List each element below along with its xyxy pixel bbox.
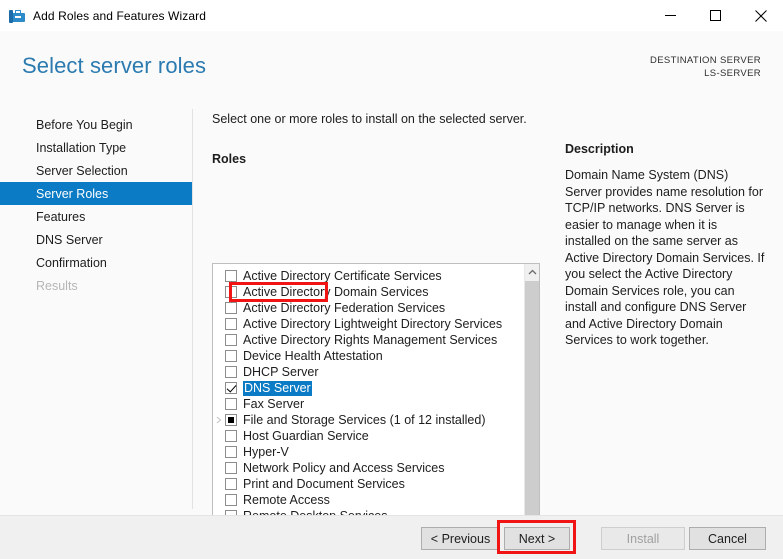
role-checkbox[interactable] xyxy=(225,414,237,426)
sidebar-item-server-selection[interactable]: Server Selection xyxy=(0,159,192,182)
role-label: Active Directory Rights Management Servi… xyxy=(243,332,498,347)
role-row[interactable]: Device Health Attestation xyxy=(213,348,524,364)
role-label: DNS Server xyxy=(243,380,312,396)
minimize-icon[interactable] xyxy=(648,0,693,31)
role-row[interactable]: Fax Server xyxy=(213,396,524,412)
description-title: Description xyxy=(565,142,634,156)
role-checkbox[interactable] xyxy=(225,350,237,362)
sidebar-item-label: Before You Begin xyxy=(36,117,133,132)
add-roles-wizard-window: Add Roles and Features Wizard Select ser… xyxy=(0,0,783,559)
role-checkbox[interactable] xyxy=(225,462,237,474)
role-label: Hyper-V xyxy=(243,444,289,459)
sidebar-item-features[interactable]: Features xyxy=(0,205,192,228)
role-row[interactable]: DHCP Server xyxy=(213,364,524,380)
previous-button[interactable]: < Previous xyxy=(421,527,500,550)
footer-button-bar: < Previous Next > Install Cancel xyxy=(0,515,783,559)
destination-server-name: LS-SERVER xyxy=(704,68,761,79)
sidebar-item-dns-server[interactable]: DNS Server xyxy=(0,228,192,251)
role-label: Active Directory Domain Services xyxy=(243,284,429,299)
role-label: Print and Document Services xyxy=(243,476,405,491)
window-controls xyxy=(648,0,783,31)
page-header: Select server roles DESTINATION SERVER L… xyxy=(0,31,783,103)
role-checkbox[interactable] xyxy=(225,366,237,378)
role-label: Active Directory Federation Services xyxy=(243,300,446,315)
sidebar-divider xyxy=(192,109,193,509)
page-title: Select server roles xyxy=(22,53,207,78)
sidebar-item-label: Installation Type xyxy=(36,140,127,155)
cancel-button[interactable]: Cancel xyxy=(689,527,766,550)
role-checkbox[interactable] xyxy=(225,446,237,458)
sidebar-item-label: Features xyxy=(36,209,86,224)
role-checkbox[interactable] xyxy=(225,494,237,506)
role-label: Remote Access xyxy=(243,492,330,507)
role-row[interactable]: Active Directory Lightweight Directory S… xyxy=(213,316,524,332)
role-label: File and Storage Services (1 of 12 insta… xyxy=(243,412,486,427)
role-row[interactable]: Active Directory Domain Services xyxy=(213,284,524,300)
role-checkbox[interactable] xyxy=(225,318,237,330)
role-checkbox[interactable] xyxy=(225,302,237,314)
sidebar-item-label: Results xyxy=(36,278,78,293)
sidebar-item-label: DNS Server xyxy=(36,232,103,247)
wizard-body: Before You Begin Installation Type Server … xyxy=(0,103,783,559)
instruction-text: Select one or more roles to install on t… xyxy=(212,112,527,126)
role-checkbox[interactable] xyxy=(225,270,237,282)
role-checkbox[interactable] xyxy=(225,286,237,298)
role-row[interactable]: Remote Access xyxy=(213,492,524,508)
wizard-toolbox-icon xyxy=(9,8,25,24)
sidebar-item-before-you-begin[interactable]: Before You Begin xyxy=(0,113,192,136)
window-title: Add Roles and Features Wizard xyxy=(33,8,206,23)
close-icon[interactable] xyxy=(738,0,783,31)
chevron-right-icon[interactable] xyxy=(213,412,225,428)
role-checkbox[interactable] xyxy=(225,398,237,410)
role-row[interactable]: Active Directory Federation Services xyxy=(213,300,524,316)
maximize-icon[interactable] xyxy=(693,0,738,31)
role-checkbox[interactable] xyxy=(225,334,237,346)
title-bar: Add Roles and Features Wizard xyxy=(0,0,783,31)
role-label: DHCP Server xyxy=(243,364,319,379)
role-row[interactable]: Host Guardian Service xyxy=(213,428,524,444)
destination-server-label: DESTINATION SERVER xyxy=(650,55,761,66)
sidebar-item-label: Server Selection xyxy=(36,163,128,178)
install-button: Install xyxy=(601,527,685,550)
roles-main-column: Select one or more roles to install on t… xyxy=(212,103,552,166)
role-label: Network Policy and Access Services xyxy=(243,460,445,475)
chevron-up-icon[interactable] xyxy=(525,264,539,280)
sidebar-item-confirmation[interactable]: Confirmation xyxy=(0,251,192,274)
sidebar-item-label: Confirmation xyxy=(36,255,107,270)
role-row[interactable]: Active Directory Rights Management Servi… xyxy=(213,332,524,348)
role-label: Fax Server xyxy=(243,396,305,411)
next-button[interactable]: Next > xyxy=(504,527,570,550)
role-row[interactable]: Hyper-V xyxy=(213,444,524,460)
role-label: Host Guardian Service xyxy=(243,428,369,443)
role-label: Active Directory Certificate Services xyxy=(243,268,442,283)
role-label: Device Health Attestation xyxy=(243,348,383,363)
role-row[interactable]: File and Storage Services (1 of 12 insta… xyxy=(213,412,524,428)
sidebar-item-installation-type[interactable]: Installation Type xyxy=(0,136,192,159)
description-text: Domain Name System (DNS) Server provides… xyxy=(565,168,765,347)
role-row[interactable]: Print and Document Services xyxy=(213,476,524,492)
role-row[interactable]: DNS Server xyxy=(213,380,524,396)
sidebar-item-label: Server Roles xyxy=(36,186,109,201)
roles-group-label: Roles xyxy=(212,152,247,166)
role-checkbox[interactable] xyxy=(225,382,237,394)
role-row[interactable]: Active Directory Certificate Services xyxy=(213,268,524,284)
description-panel: Description Domain Name System (DNS) Ser… xyxy=(565,103,770,349)
role-label: Active Directory Lightweight Directory S… xyxy=(243,316,503,331)
destination-server-info: DESTINATION SERVER LS-SERVER xyxy=(650,54,761,80)
sidebar-item-results: Results xyxy=(0,274,192,297)
role-row[interactable]: Network Policy and Access Services xyxy=(213,460,524,476)
role-checkbox[interactable] xyxy=(225,478,237,490)
role-checkbox[interactable] xyxy=(225,430,237,442)
wizard-steps-sidebar: Before You Begin Installation Type Server … xyxy=(0,113,192,297)
sidebar-item-server-roles[interactable]: Server Roles xyxy=(0,182,192,205)
